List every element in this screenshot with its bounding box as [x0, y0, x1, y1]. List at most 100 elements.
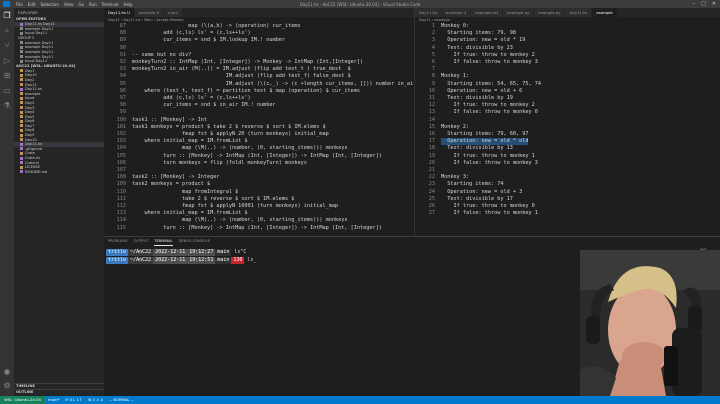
- run-debug-icon[interactable]: ▷: [3, 57, 11, 65]
- file-tree: Day1 Day10 Day2 Day11 Day11.hs example Input Da…: [14, 69, 104, 175]
- folder-icon: [20, 83, 23, 87]
- git-branch[interactable]: main*: [45, 396, 62, 404]
- code-line: cur_items = snd $ IM.lookup IM.! number: [132, 37, 286, 44]
- line-number: 102: [116, 131, 126, 137]
- file-icon: [20, 45, 23, 49]
- tab-item[interactable]: example.txt: [471, 8, 504, 17]
- code-line: cur_items = snd $ in_air IM.! number: [132, 102, 276, 109]
- code-line: monkeyTurn2 in_air (M(..)) = IM.adjust (…: [132, 66, 351, 73]
- line-number: 106: [116, 159, 126, 166]
- folder-icon: [20, 128, 23, 132]
- example-tab-bar: Day11.hs example U example.txt example.p…: [415, 8, 720, 17]
- tab-item[interactable]: Day11.hs: [565, 8, 593, 17]
- code-line: task1 :: [Monkey] -> Int: [132, 116, 207, 123]
- code-line: Monkey 3:: [441, 174, 470, 181]
- testing-icon[interactable]: ⚗: [3, 102, 11, 110]
- tab-problems[interactable]: PROBLEMS: [108, 237, 128, 246]
- file-icon: [20, 41, 23, 45]
- tab-example-active[interactable]: example: [592, 8, 618, 17]
- problems-count[interactable]: ⊗ 0 ⚠ 0: [85, 396, 106, 404]
- outline-section[interactable]: OUTLINE: [14, 389, 104, 394]
- close-icon[interactable]: ✕: [712, 1, 716, 7]
- line-number: 23: [428, 181, 435, 188]
- code-line: If false: throw to monkey 0: [441, 109, 538, 116]
- line-number: 115: [116, 224, 126, 231]
- code-line: map (\(a,b) -> (operation) cur_items: [132, 23, 301, 29]
- title-bar: File Edit Selection View Go Run Terminal…: [0, 0, 720, 8]
- terminal-command[interactable]: ls_: [244, 257, 256, 264]
- tab-example[interactable]: example U: [134, 8, 165, 17]
- code-line: add (c,ls) ls' = (c,ls++ls'): [132, 30, 251, 37]
- search-icon[interactable]: ⌕: [3, 27, 11, 35]
- folder-icon: [20, 133, 23, 137]
- tab-item[interactable]: example U: [441, 8, 472, 17]
- maximize-icon[interactable]: □: [701, 1, 706, 7]
- remote-indicator[interactable]: WSL: Ubuntu-20.04: [0, 396, 45, 404]
- window-title: Day11.hs - AoC22 [WSL: Ubuntu-20.04] - V…: [299, 1, 421, 7]
- code-line: Operation: new = old + 6: [441, 87, 523, 94]
- line-number: 4: [431, 44, 435, 51]
- tab-item[interactable]: example.py: [534, 8, 566, 17]
- code-line: Test: divisible by 17: [441, 195, 513, 202]
- line-number: 9: [431, 80, 435, 87]
- line-number: 1: [431, 23, 435, 29]
- terminal-prompt-line: tritlo ~/AoC22 2022-12-11 19:12:27 main …: [106, 249, 246, 256]
- tab-output[interactable]: OUTPUT: [134, 237, 149, 246]
- code-line: Monkey 2:: [441, 123, 470, 130]
- code-line: where initial_map = IM.fromList $: [132, 138, 248, 145]
- code-line: map fromIntegral $: [132, 188, 239, 195]
- file-icon: [20, 59, 23, 63]
- line-number: 107: [116, 167, 126, 173]
- terminal-prompt-line: tritlo ~/AoC22 2022-12-11 19:12:51 main …: [106, 257, 256, 264]
- prompt-path: ~/AoC22: [128, 257, 154, 264]
- code-line: Starting items: 79, 98: [441, 30, 516, 37]
- code-line: task1 monkeys = product $ take 2 $ rever…: [132, 123, 326, 130]
- line-number: 18: [428, 145, 435, 152]
- line-number: 25: [428, 195, 435, 202]
- code-line: map (\M(..) -> (number, (0, starting_ite…: [132, 145, 348, 152]
- file-icon: [20, 170, 23, 174]
- activity-bar: ❐ ⌕ ⑂ ▷ ⊞ ▭ ⚗ ◉ ⚙: [0, 8, 14, 396]
- file-icon: [20, 55, 23, 59]
- folder-icon: [20, 138, 23, 142]
- line-number: 105: [116, 152, 126, 159]
- explorer-sidebar: EXPLORER OPEN EDITORS Day11.hs Day11 exa…: [14, 8, 104, 396]
- line-number: 93: [119, 66, 126, 73]
- account-icon[interactable]: ◉: [3, 368, 11, 376]
- explorer-icon[interactable]: ❐: [3, 12, 11, 20]
- file-icon: [20, 87, 23, 91]
- tab-debug-console[interactable]: DEBUG CONSOLE: [179, 237, 210, 246]
- line-number: 98: [119, 102, 126, 109]
- code-line: task2 monkeys = product $: [132, 181, 211, 188]
- code-line: Starting items: 74: [441, 181, 504, 188]
- timeline-section[interactable]: TIMELINE: [14, 383, 104, 388]
- panel-tab-bar: PROBLEMS OUTPUT TERMINAL DEBUG CONSOLE: [104, 237, 720, 246]
- tab-input[interactable]: Input: [164, 8, 184, 17]
- editor-tab-bar: Day11.hs U example U Input: [104, 8, 414, 17]
- settings-gear-icon[interactable]: ⚙: [3, 382, 11, 390]
- code-line: If true: throw to monkey 2: [441, 51, 535, 58]
- tab-terminal[interactable]: TERMINAL: [154, 237, 173, 246]
- code-line: Starting items: 54, 65, 75, 74: [441, 80, 541, 87]
- tab-item[interactable]: Day11.hs: [415, 8, 442, 17]
- git-sync[interactable]: ⟳ 0↓ 1↑: [62, 396, 85, 404]
- tree-item[interactable]: README.md: [14, 170, 104, 175]
- prompt-branch: main: [215, 257, 232, 264]
- code-line: map (\M(..) -> (number, (0, starting_ite…: [132, 217, 348, 224]
- remote-explorer-icon[interactable]: ▭: [3, 87, 11, 95]
- source-control-icon[interactable]: ⑂: [3, 42, 11, 50]
- code-line: If false: throw to monkey 3: [441, 59, 538, 65]
- code-line: Test: divisible by 13: [441, 145, 513, 152]
- folder-icon: [20, 73, 23, 77]
- code-line: turn :: [Monkey] -> IntMap (Int, [Intege…: [132, 224, 382, 231]
- code-line: where initial_map = IM.fromList $: [132, 210, 248, 217]
- line-number: 5: [431, 51, 435, 58]
- line-number: 3: [431, 37, 435, 44]
- tab-item[interactable]: example.py: [503, 8, 535, 17]
- file-icon: [20, 147, 23, 151]
- tab-day11-hs[interactable]: Day11.hs U: [104, 8, 135, 17]
- minimize-icon[interactable]: –: [693, 1, 696, 7]
- extensions-icon[interactable]: ⊞: [3, 72, 11, 80]
- code-line: fmap fst $ applyN 20 (turn monkeys) init…: [132, 131, 329, 137]
- code-line: turn :: [Monkey] -> IntMap (Int, [Intege…: [132, 152, 382, 159]
